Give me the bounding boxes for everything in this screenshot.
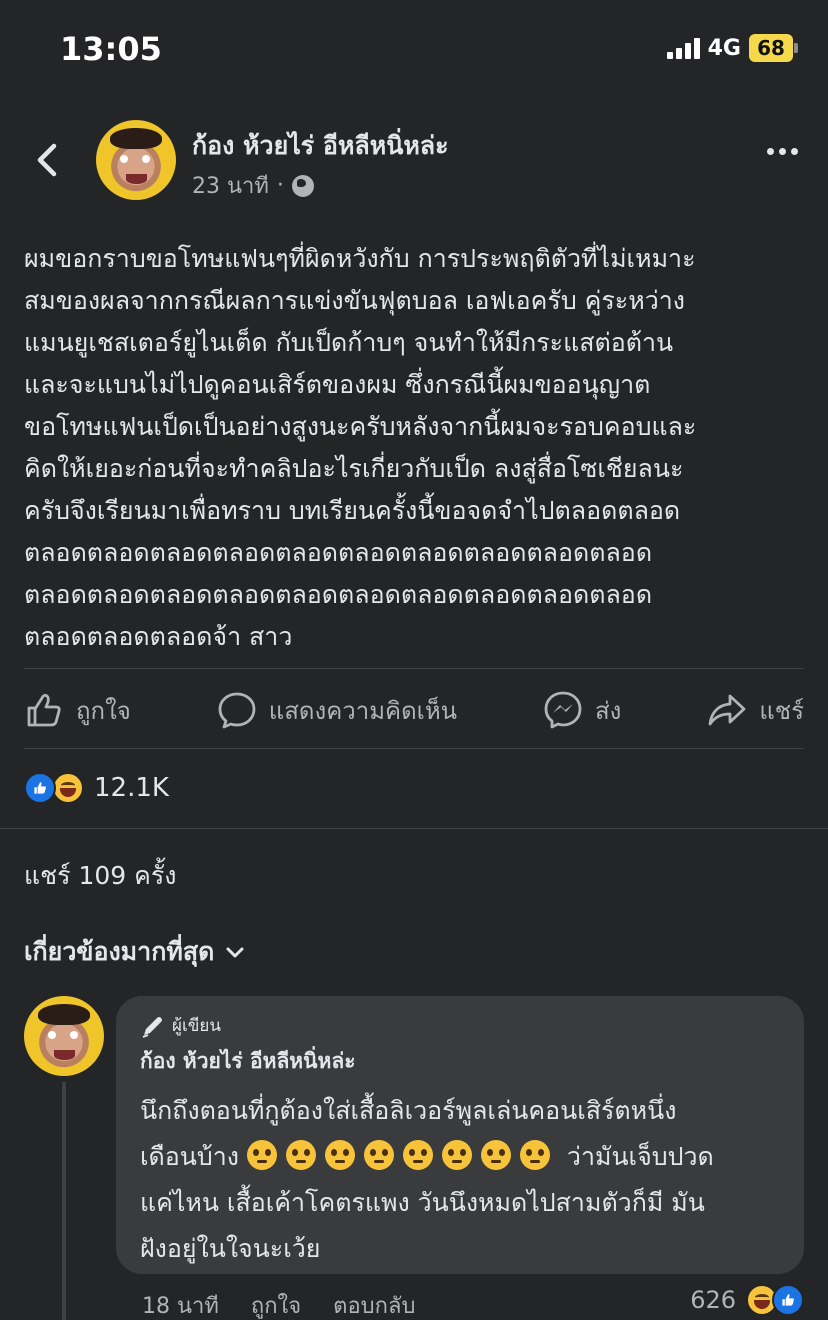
- comment-time: 18 นาที: [142, 1294, 219, 1319]
- pleading-face-icon: [480, 1140, 511, 1170]
- pleading-face-icon: [441, 1140, 472, 1170]
- comment-text: นึกถึงตอนที่กูต้องใส่เสื้อลิเวอร์พูลเล่น…: [140, 1088, 780, 1272]
- post-action-bar: ถูกใจ แสดงความคิดเห็น ส่ง แชร์: [24, 682, 804, 738]
- post-text-line: ตลอดตลอดตลอดตลอดตลอดตลอดตลอดตลอดตลอดตลอด: [24, 580, 653, 609]
- post-text-line: แมนยูเชสเตอร์ยูไนเต็ด กับเป็ดก้าบๆ จนทำใ…: [24, 328, 674, 357]
- share-arrow-icon: [708, 694, 746, 726]
- author-name[interactable]: ก้อง ห้วยไร่ อีหลีหนิ่หล่ะ: [192, 126, 449, 166]
- commenter-avatar[interactable]: [24, 996, 104, 1076]
- commenter-name[interactable]: ก้อง ห้วยไร่ อีหลีหนิ่หล่ะ: [140, 1045, 780, 1078]
- author-avatar[interactable]: [96, 120, 176, 200]
- author-badge: ผู้เขียน: [140, 1012, 780, 1039]
- reaction-count: 12.1K: [94, 773, 169, 803]
- post-text-line: สมของผลจากกรณีผลการแข่งขันฟุตบอล เอฟเอคร…: [24, 286, 685, 315]
- thumbs-up-icon: [27, 693, 61, 727]
- comment-line-prefix: เดือนบ้าง: [140, 1142, 239, 1171]
- post-text: ผมขอกราบขอโทษแฟนๆที่ผิดหวังกับ การประพฤต…: [24, 238, 808, 658]
- comment-reaction-summary[interactable]: 626: [690, 1284, 804, 1316]
- signal-icon: [666, 37, 700, 59]
- pleading-face-icon: [285, 1140, 316, 1170]
- status-time: 13:05: [60, 30, 162, 68]
- chevron-left-icon: [37, 143, 57, 177]
- pleading-face-icon: [363, 1140, 394, 1170]
- post-text-line: และจะแบนไม่ไปดูคอนเสิร์ตของผม ซึ่งกรณีนี…: [24, 370, 651, 399]
- pleading-face-icon: [519, 1140, 550, 1170]
- like-label: ถูกใจ: [76, 696, 131, 725]
- crying-face-icon: [324, 1140, 355, 1170]
- like-reaction-icon: [772, 1284, 804, 1316]
- reaction-summary[interactable]: 12.1K: [24, 772, 169, 804]
- comment-line: เดือนบ้าง ว่ามันเจ็บปวด: [140, 1134, 780, 1180]
- share-count[interactable]: แชร์ 109 ครั้ง: [24, 856, 176, 896]
- like-button[interactable]: ถูกใจ: [24, 690, 131, 730]
- battery-level: 68: [749, 34, 793, 62]
- chevron-down-icon: [226, 947, 244, 958]
- comment-bubble-icon: [218, 692, 256, 729]
- comment-button[interactable]: แสดงความคิดเห็น: [217, 690, 457, 730]
- comment-line: แค่ไหน เสื้อเค้าโคตรแพง วันนึงหมดไปสามตั…: [140, 1188, 705, 1217]
- crying-face-icon: [402, 1140, 433, 1170]
- share-label: แชร์: [759, 696, 804, 725]
- section-divider: [0, 828, 828, 829]
- emoji-row: [246, 1140, 559, 1171]
- comment-sort-dropdown[interactable]: เกี่ยวข้องมากที่สุด: [24, 932, 246, 972]
- network-type: 4G: [707, 35, 741, 61]
- send-label: ส่ง: [595, 696, 622, 725]
- back-button[interactable]: [28, 140, 68, 180]
- globe-icon: [291, 174, 314, 197]
- thread-line: [62, 1082, 66, 1320]
- share-button[interactable]: แชร์: [707, 690, 804, 730]
- battery-icon: 68: [749, 34, 798, 62]
- post-text-line: ครับจึงเรียนมาเพื่อทราบ บทเรียนครั้งนี้ข…: [24, 496, 681, 525]
- author-badge-label: ผู้เขียน: [172, 1016, 221, 1036]
- comment-label: แสดงความคิดเห็น: [268, 696, 458, 725]
- post-text-line: ขอโทษแฟนเป็ดเป็นอย่างสูงนะครับหลังจากนี้…: [24, 412, 697, 441]
- pen-icon: [142, 1016, 162, 1038]
- post-text-line: ผมขอกราบขอโทษแฟนๆที่ผิดหวังกับ การประพฤต…: [24, 244, 696, 273]
- comment-reply-button[interactable]: ตอบกลับ: [333, 1288, 415, 1320]
- comment-like-button[interactable]: ถูกใจ: [251, 1288, 301, 1320]
- comment-line-suffix: ว่ามันเจ็บปวด: [566, 1142, 714, 1171]
- more-options-button[interactable]: [767, 148, 798, 155]
- post-text-line: ตลอดตลอดตลอดจ้า สาว: [24, 622, 293, 651]
- sort-label: เกี่ยวข้องมากที่สุด: [24, 937, 215, 966]
- comment-reaction-count: 626: [690, 1286, 736, 1314]
- like-reaction-icon: [24, 772, 56, 804]
- meta-separator: ·: [276, 173, 284, 198]
- crying-face-icon: [246, 1140, 277, 1170]
- comment-line: ฝังอยู่ในใจนะเว้ย: [140, 1234, 321, 1263]
- divider: [24, 668, 804, 669]
- post-time: 23 นาที: [192, 174, 269, 199]
- messenger-icon: [544, 691, 582, 729]
- divider: [24, 748, 804, 749]
- comment-bubble[interactable]: ผู้เขียน ก้อง ห้วยไร่ อีหลีหนิ่หล่ะ นึกถ…: [116, 996, 804, 1274]
- status-indicators: 4G 68: [666, 34, 798, 62]
- post-page: 13:05 4G 68 ก้อง ห้วยไร่ อีหลีหนิ่หล่ะ 2…: [0, 0, 828, 1320]
- comment-line: นึกถึงตอนที่กูต้องใส่เสื้อลิเวอร์พูลเล่น…: [140, 1096, 677, 1125]
- post-text-line: ตลอดตลอดตลอดตลอดตลอดตลอดตลอดตลอดตลอดตลอด: [24, 538, 653, 567]
- post-meta: 23 นาที ·: [192, 168, 314, 203]
- comment-footer: 18 นาที ถูกใจ ตอบกลับ: [142, 1288, 415, 1320]
- haha-reaction-icon: [52, 772, 84, 804]
- send-button[interactable]: ส่ง: [543, 690, 621, 730]
- post-text-line: คิดให้เยอะก่อนที่จะทำคลิปอะไรเกี่ยวกับเป…: [24, 454, 684, 483]
